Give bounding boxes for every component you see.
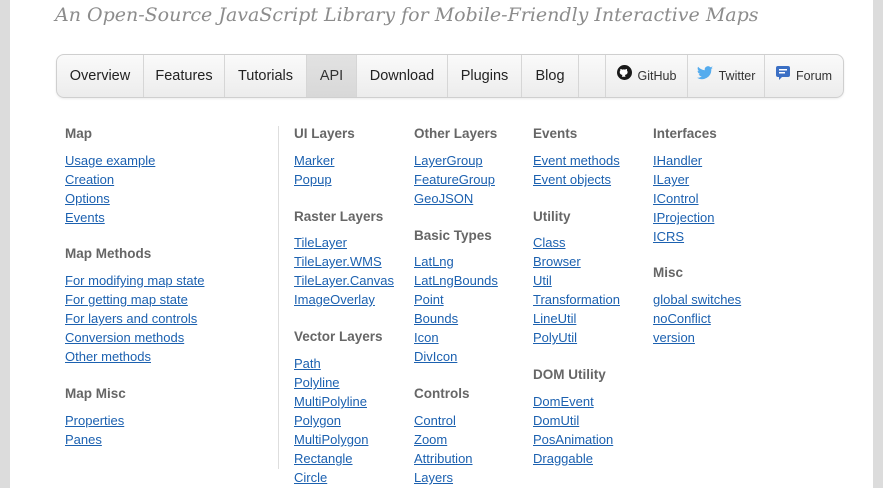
link-tilelayer-canvas[interactable]: TileLayer.Canvas [294,273,394,288]
link-event-objects[interactable]: Event objects [533,172,611,187]
column-divider [278,126,279,469]
link-path[interactable]: Path [294,356,321,371]
section-heading-map-methods: Map Methods [65,246,152,261]
section-heading-dom-utility: DOM Utility [533,367,606,382]
nav-github-label: GitHub [637,69,677,83]
section-heading-events: Events [533,126,578,141]
link-marker[interactable]: Marker [294,153,334,168]
section-heading-other-layers: Other Layers [414,126,498,141]
nav-github[interactable]: GitHub [606,55,688,97]
link-divicon[interactable]: DivIcon [414,349,457,364]
link-attribution[interactable]: Attribution [414,451,473,466]
section-heading-basic-types: Basic Types [414,228,492,243]
forum-icon [775,55,790,97]
link-noconflict[interactable]: noConflict [653,311,711,326]
link-popup[interactable]: Popup [294,172,332,187]
site-tagline: An Open-Source JavaScript Library for Mo… [55,4,759,26]
link-domevent[interactable]: DomEvent [533,394,594,409]
section-heading-controls: Controls [414,386,470,401]
section-heading-interfaces: Interfaces [653,126,717,141]
link-transformation[interactable]: Transformation [533,292,620,307]
link-events[interactable]: Events [65,210,105,225]
section-heading-map: Map [65,126,92,141]
link-layergroup[interactable]: LayerGroup [414,153,483,168]
link-properties[interactable]: Properties [65,413,124,428]
nav-overview[interactable]: Overview [57,55,144,97]
link-browser[interactable]: Browser [533,254,581,269]
link-point[interactable]: Point [414,292,444,307]
section-heading-ui-layers: UI Layers [294,126,355,141]
nav-plugins[interactable]: Plugins [448,55,522,97]
link-latlng[interactable]: LatLng [414,254,454,269]
link-domutil[interactable]: DomUtil [533,413,579,428]
link-circle[interactable]: Circle [294,470,327,485]
link-tilelayer[interactable]: TileLayer [294,235,347,250]
link-other-methods[interactable]: Other methods [65,349,151,364]
link-polygon[interactable]: Polygon [294,413,341,428]
link-iprojection[interactable]: IProjection [653,210,714,225]
section-heading-misc: Misc [653,265,684,280]
link-usage-example[interactable]: Usage example [65,153,155,168]
link-creation[interactable]: Creation [65,172,114,187]
link-rectangle[interactable]: Rectangle [294,451,353,466]
link-util[interactable]: Util [533,273,552,288]
page: An Open-Source JavaScript Library for Mo… [10,0,873,488]
link-control[interactable]: Control [414,413,456,428]
link-icon[interactable]: Icon [414,330,439,345]
link-options[interactable]: Options [65,191,110,206]
github-icon [616,55,632,97]
link-geojson[interactable]: GeoJSON [414,191,473,206]
link-layers-and-controls[interactable]: For layers and controls [65,311,197,326]
top-nav: Overview Features Tutorials API Download… [56,54,844,98]
nav-tutorials[interactable]: Tutorials [225,55,307,97]
nav-api[interactable]: API [307,55,357,97]
link-icrs[interactable]: ICRS [653,229,684,244]
link-polyline[interactable]: Polyline [294,375,340,390]
link-multipolygon[interactable]: MultiPolygon [294,432,368,447]
link-multipolyline[interactable]: MultiPolyline [294,394,367,409]
link-icontrol[interactable]: IControl [653,191,699,206]
link-modifying-map-state[interactable]: For modifying map state [65,273,204,288]
section-heading-raster-layers: Raster Layers [294,209,384,224]
link-panes[interactable]: Panes [65,432,102,447]
twitter-icon [696,55,713,97]
nav-features[interactable]: Features [144,55,225,97]
link-ihandler[interactable]: IHandler [653,153,702,168]
section-heading-map-misc: Map Misc [65,386,126,401]
section-heading-utility: Utility [533,209,571,224]
link-latlngbounds[interactable]: LatLngBounds [414,273,498,288]
link-conversion-methods[interactable]: Conversion methods [65,330,184,345]
nav-forum[interactable]: Forum [765,55,843,97]
link-imageoverlay[interactable]: ImageOverlay [294,292,375,307]
link-tilelayer-wms[interactable]: TileLayer.WMS [294,254,382,269]
nav-twitter[interactable]: Twitter [688,55,765,97]
link-layers[interactable]: Layers [414,470,453,485]
nav-blog[interactable]: Blog [522,55,579,97]
link-lineutil[interactable]: LineUtil [533,311,576,326]
link-featuregroup[interactable]: FeatureGroup [414,172,495,187]
link-zoom[interactable]: Zoom [414,432,447,447]
link-class[interactable]: Class [533,235,566,250]
link-polyutil[interactable]: PolyUtil [533,330,577,345]
nav-forum-label: Forum [795,69,833,83]
link-ilayer[interactable]: ILayer [653,172,689,187]
link-draggable[interactable]: Draggable [533,451,593,466]
link-bounds[interactable]: Bounds [414,311,458,326]
link-event-methods[interactable]: Event methods [533,153,620,168]
section-heading-vector-layers: Vector Layers [294,329,383,344]
nav-twitter-label: Twitter [718,69,756,83]
link-posanimation[interactable]: PosAnimation [533,432,613,447]
link-getting-map-state[interactable]: For getting map state [65,292,188,307]
nav-download[interactable]: Download [357,55,448,97]
link-version[interactable]: version [653,330,695,345]
nav-spacer [579,55,606,97]
link-global-switches[interactable]: global switches [653,292,741,307]
